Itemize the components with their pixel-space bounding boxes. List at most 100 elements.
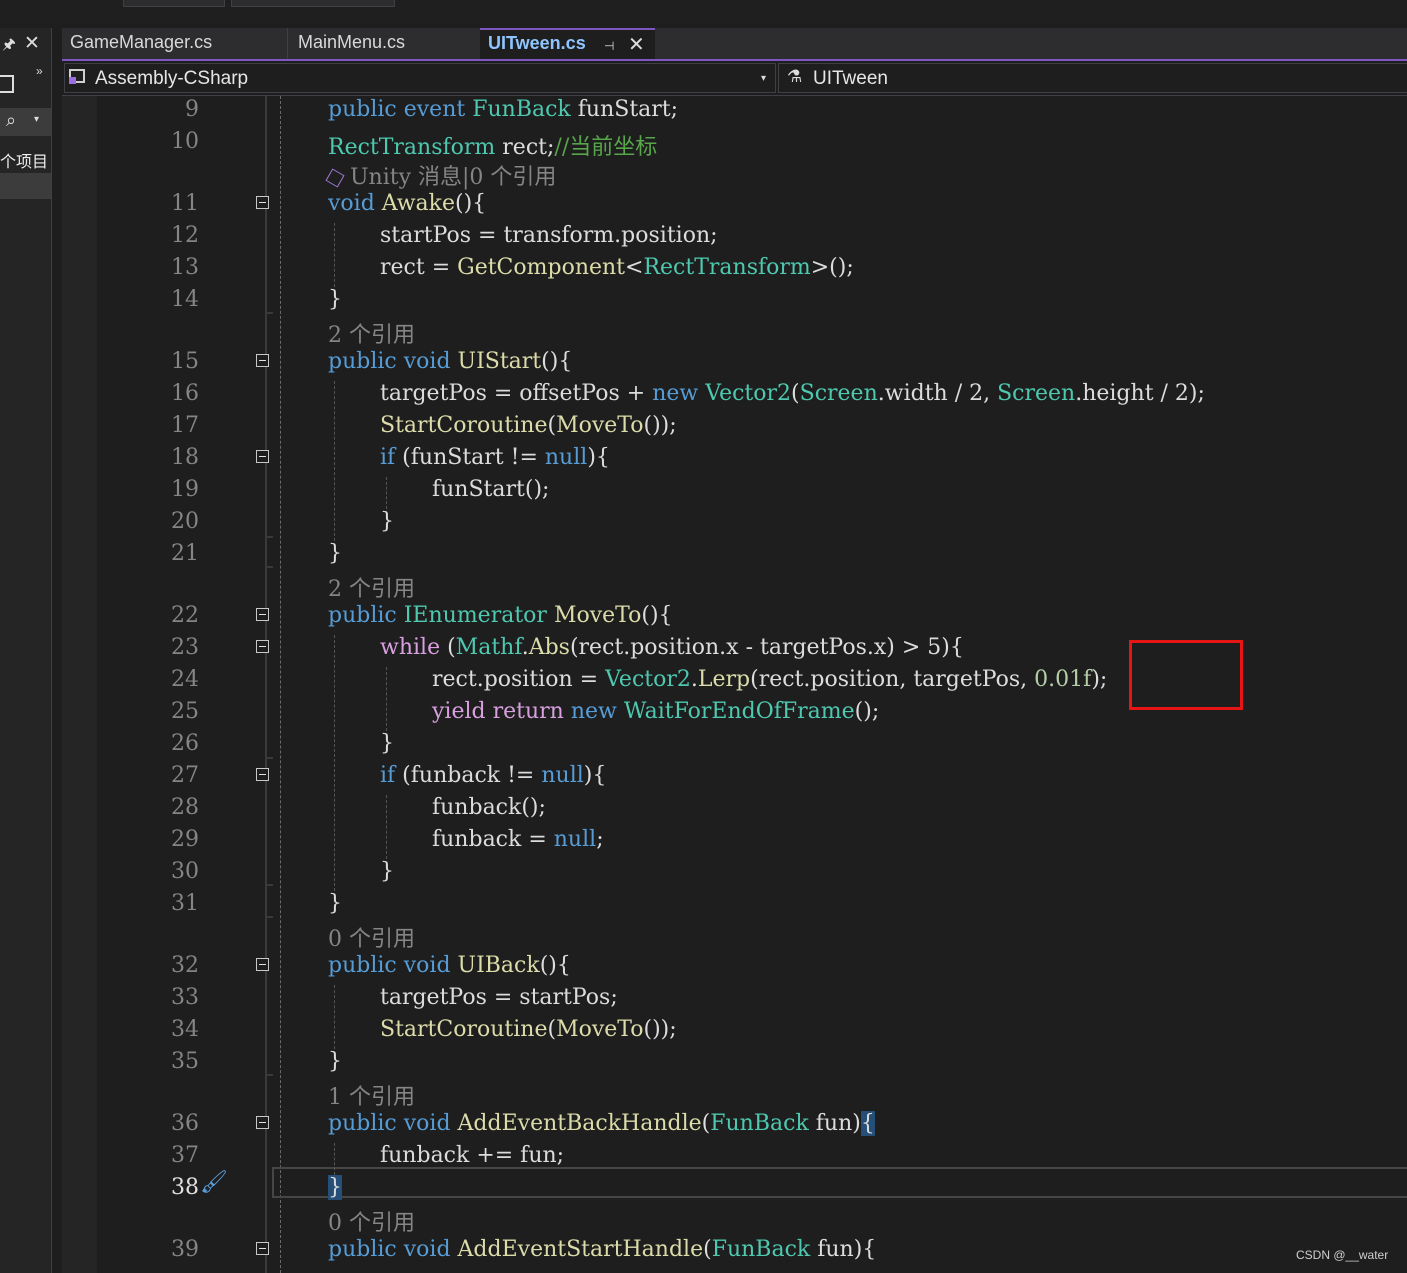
codelens-references[interactable]: 2 个引用 [328, 317, 415, 349]
codelens-references[interactable]: 0 个引用 [328, 921, 415, 953]
project-item[interactable]: 个项目 [0, 148, 48, 172]
tab-bar: GameManager.cs MainMenu.cs UITween.cs ⊣ … [62, 28, 1407, 61]
code-line[interactable]: funStart(); [432, 477, 549, 502]
code-line[interactable]: } [328, 891, 342, 916]
indicator-margin [62, 96, 97, 1273]
collapse-icon[interactable] [256, 196, 269, 209]
pin-icon[interactable]: 🖈 [2, 34, 16, 59]
outline-end-tick [265, 566, 273, 568]
line-number: 9 [185, 97, 199, 122]
code-line[interactable]: targetPos = offsetPos + new Vector2(Scre… [380, 381, 1205, 406]
code-line[interactable]: StartCoroutine(MoveTo()); [380, 1017, 677, 1042]
chevron-down-icon[interactable]: ▾ [761, 73, 766, 84]
line-number: 22 [171, 603, 199, 628]
code-line[interactable]: public void AddEventStartHandle(FunBack … [328, 1237, 876, 1262]
class-dropdown[interactable]: ⚗ UITween [778, 63, 1407, 93]
line-number: 19 [171, 477, 199, 502]
collapse-icon[interactable] [256, 768, 269, 781]
collapse-icon[interactable] [256, 1116, 269, 1129]
collapse-icon[interactable] [256, 640, 269, 653]
code-line[interactable]: public void UIStart(){ [328, 349, 572, 374]
line-number: 25 [171, 699, 199, 724]
project-dropdown[interactable]: Assembly-CSharp ▾ [64, 63, 776, 93]
code-line[interactable]: } [380, 731, 394, 756]
line-number: 24 [171, 667, 199, 692]
toolbar-dropdown-2[interactable] [231, 0, 395, 7]
indent-guide [334, 381, 335, 541]
codelens-references[interactable]: Unity 消息|0 个引用 [325, 159, 556, 191]
line-number: 15 [171, 349, 199, 374]
search-bar[interactable]: ⌕ ▾ [0, 108, 51, 136]
indent-guide [334, 985, 335, 1049]
overflow-icon[interactable]: » [36, 64, 43, 78]
code-line[interactable]: public IEnumerator MoveTo(){ [328, 603, 673, 628]
quick-actions-brush-icon[interactable]: 🖌 [200, 1169, 228, 1195]
tab-gamemanager[interactable]: GameManager.cs [62, 28, 288, 59]
line-number: 31 [171, 891, 199, 916]
class-name: UITween [813, 68, 888, 89]
line-number: 33 [171, 985, 199, 1010]
collapse-icon[interactable] [256, 354, 269, 367]
collapse-icon[interactable] [256, 608, 269, 621]
codelens-references[interactable]: 1 个引用 [328, 1079, 415, 1111]
code-line[interactable]: targetPos = startPos; [380, 985, 618, 1010]
outline-end-tick [265, 757, 273, 759]
line-number-current: 38 [171, 1175, 199, 1200]
indent-guide [334, 223, 335, 287]
code-line[interactable]: if (funStart != null){ [380, 445, 610, 470]
code-line[interactable]: startPos = transform.position; [380, 223, 718, 248]
unity-icon [325, 168, 345, 188]
code-line[interactable]: } [328, 287, 342, 312]
code-line[interactable]: yield return new WaitForEndOfFrame(); [432, 699, 879, 724]
code-line[interactable]: StartCoroutine(MoveTo()); [380, 413, 677, 438]
outline-end-tick [265, 1074, 273, 1076]
code-line[interactable]: } [380, 509, 394, 534]
sync-icon[interactable] [0, 75, 14, 93]
code-line[interactable]: funback += fun; [380, 1143, 564, 1168]
line-number: 13 [171, 255, 199, 280]
line-number: 14 [171, 287, 199, 312]
codelens-references[interactable]: 2 个引用 [328, 571, 415, 603]
line-number: 17 [171, 413, 199, 438]
code-line[interactable]: } [380, 859, 394, 884]
code-line[interactable]: RectTransform rect;//当前坐标 [328, 129, 657, 161]
code-line-current[interactable]: } [328, 1175, 342, 1200]
code-line[interactable]: public void AddEventBackHandle(FunBack f… [328, 1111, 875, 1136]
code-line[interactable]: public event FunBack funStart; [328, 97, 678, 122]
indent-guide [386, 667, 387, 731]
code-line[interactable]: } [328, 541, 342, 566]
toolbar-dropdown-1[interactable] [123, 0, 225, 7]
project-name: Assembly-CSharp [95, 68, 249, 89]
close-tab-icon[interactable]: ✕ [628, 32, 645, 57]
code-line[interactable]: while (Mathf.Abs(rect.position.x - targe… [380, 635, 964, 660]
line-number: 36 [171, 1111, 199, 1136]
code-line[interactable]: rect.position = Vector2.Lerp(rect.positi… [432, 667, 1107, 692]
code-line[interactable]: void Awake(){ [328, 191, 486, 216]
tab-uitween[interactable]: UITween.cs ⊣ ✕ [480, 28, 655, 59]
code-line[interactable]: rect = GetComponent<RectTransform>(); [380, 255, 854, 280]
code-line[interactable]: funback(); [432, 795, 546, 820]
tab-label: GameManager.cs [70, 32, 213, 52]
collapse-icon[interactable] [256, 958, 269, 971]
line-number: 37 [171, 1143, 199, 1168]
selected-item[interactable] [0, 173, 51, 199]
collapse-icon[interactable] [256, 1242, 269, 1255]
codelens-references[interactable]: 0 个引用 [328, 1205, 415, 1237]
code-line[interactable]: public void UIBack(){ [328, 953, 571, 978]
code-line[interactable]: if (funback != null){ [380, 763, 606, 788]
code-line[interactable]: } [328, 1049, 342, 1074]
line-number: 30 [171, 859, 199, 884]
indent-guide [386, 795, 387, 859]
pin-tab-icon[interactable]: ⊣ [604, 39, 614, 53]
close-icon[interactable]: ✕ [24, 32, 40, 55]
watermark: CSDN @__water [1296, 1248, 1389, 1262]
collapse-icon[interactable] [256, 450, 269, 463]
tab-mainmenu[interactable]: MainMenu.cs [290, 28, 480, 59]
solution-explorer-panel: 🖈 ✕ » ⌕ ▾ 个项目 [0, 28, 52, 1273]
chevron-down-icon[interactable]: ▾ [34, 114, 39, 125]
code-editor[interactable]: 9 10 11 12 13 14 15 16 17 18 19 20 21 22… [62, 96, 1407, 1273]
search-icon[interactable]: ⌕ [6, 110, 16, 131]
line-number: 16 [171, 381, 199, 406]
outline-end-tick [265, 312, 273, 314]
code-line[interactable]: funback = null; [432, 827, 604, 852]
